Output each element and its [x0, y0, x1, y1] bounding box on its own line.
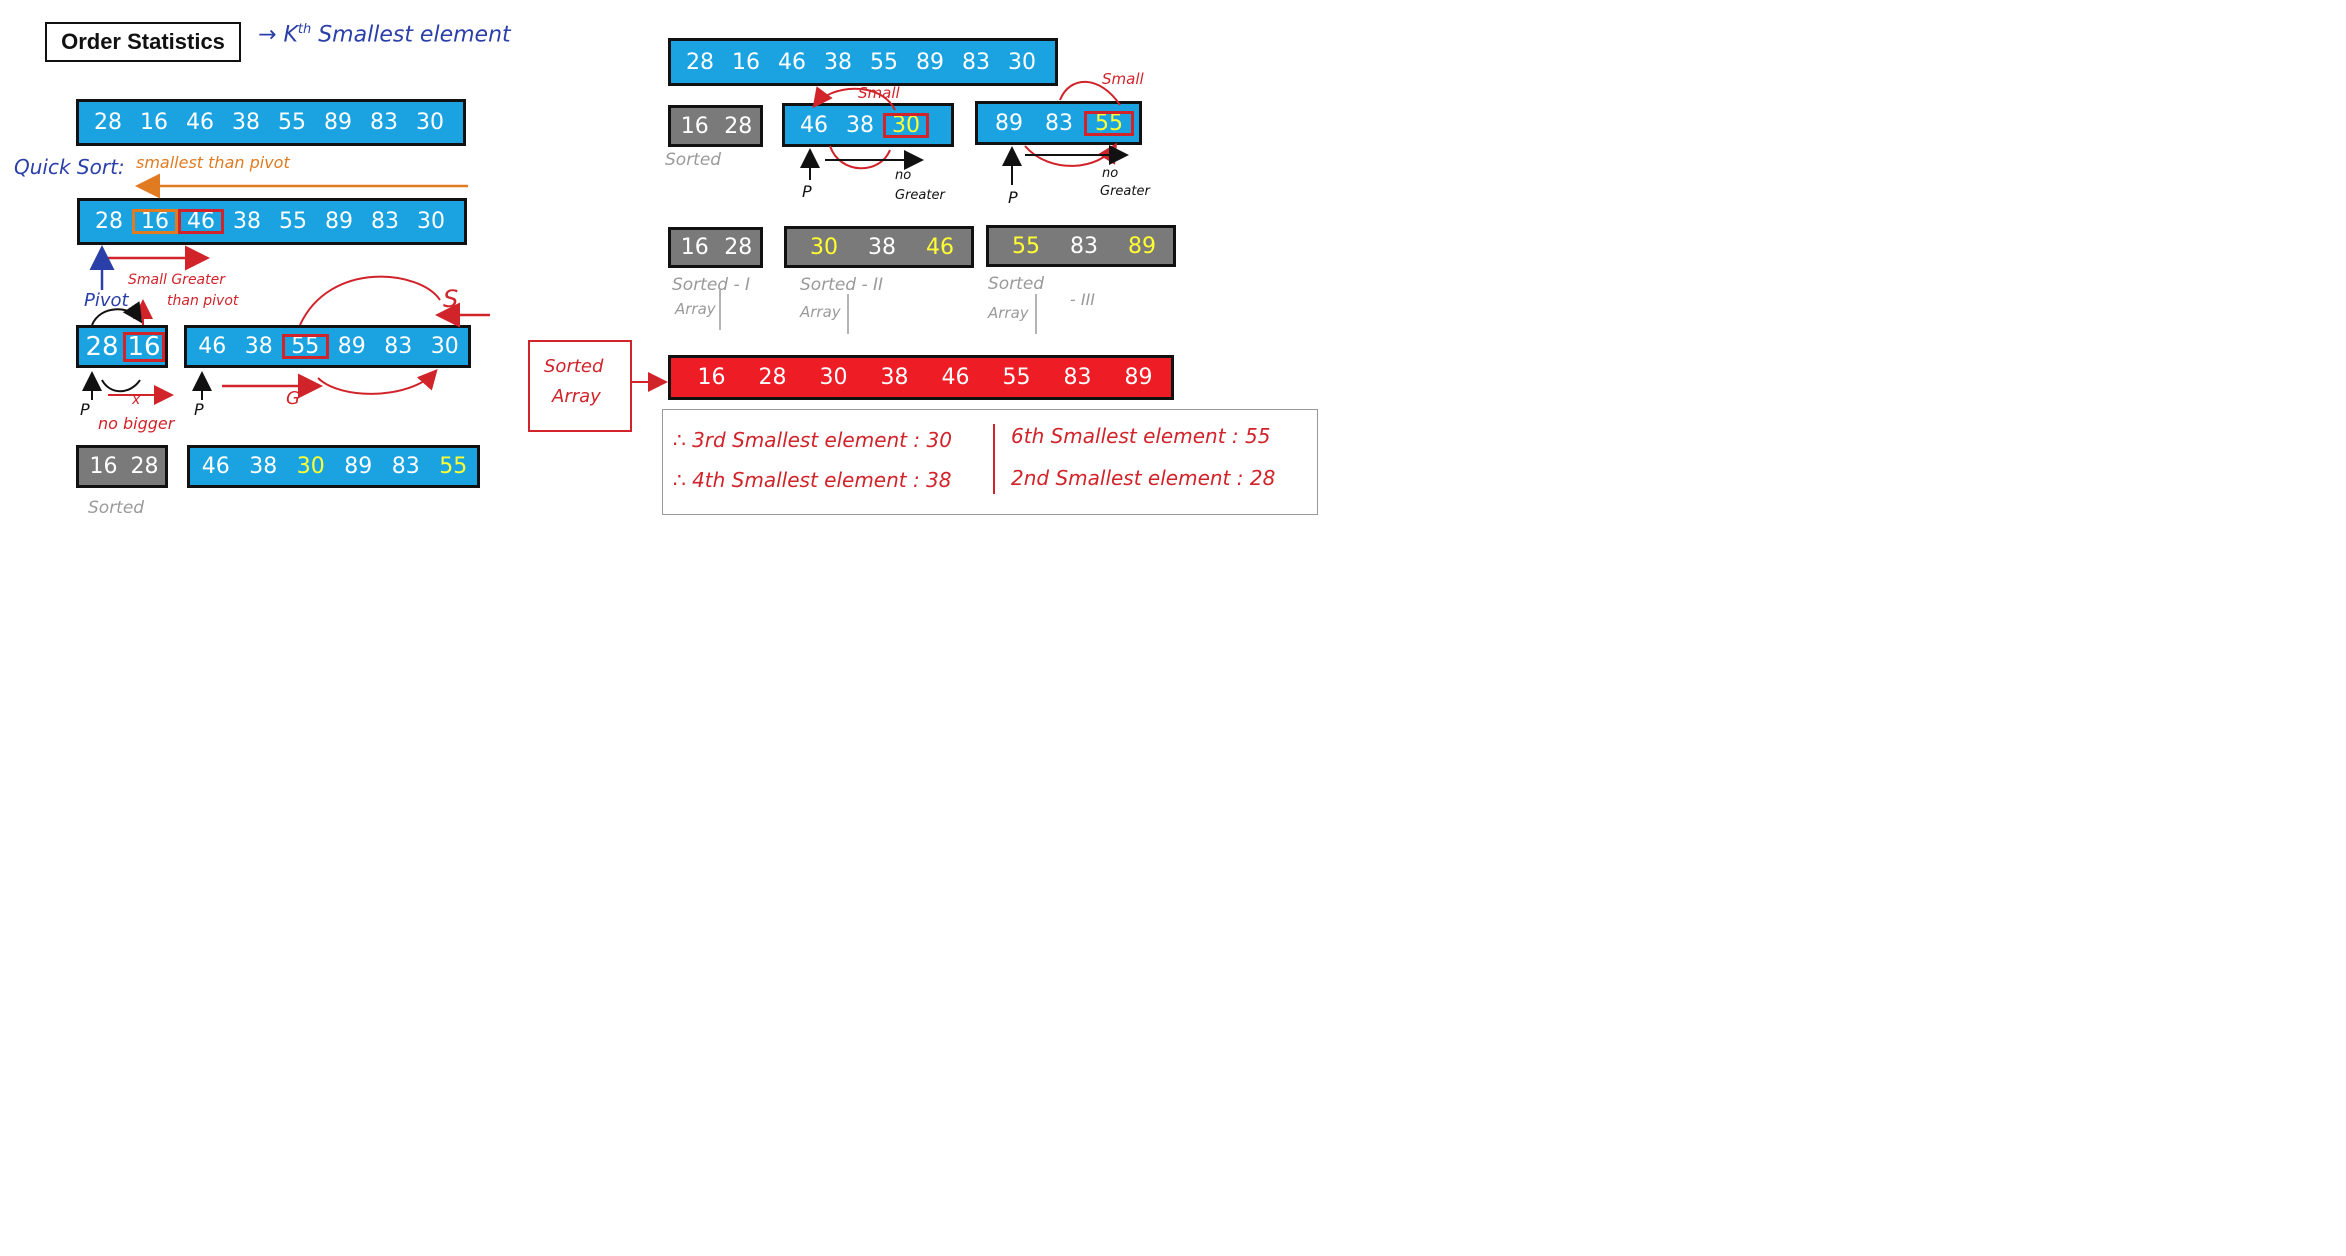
annotation-overlay [82, 80, 1129, 405]
curve-small-2 [1059, 80, 1121, 106]
curve-small-1 [812, 86, 896, 111]
swap-curve-g [317, 369, 438, 395]
swap-curve-s [299, 275, 441, 326]
swap-curve-left [91, 301, 143, 326]
